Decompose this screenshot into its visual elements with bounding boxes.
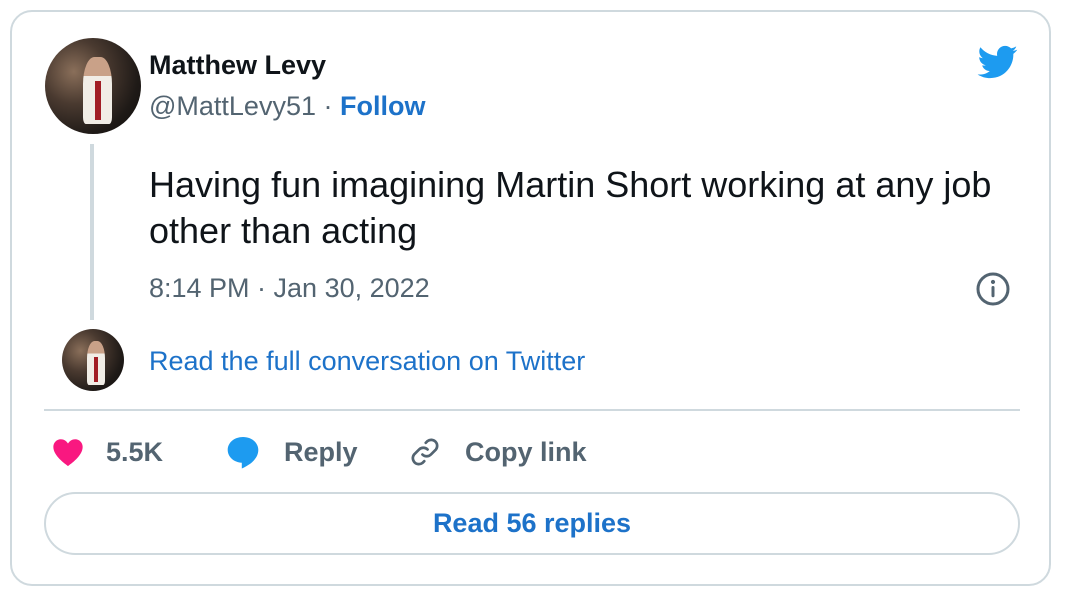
tweet-card: Matthew Levy @MattLevy51 · Follow Having…: [10, 10, 1051, 586]
author-handle-row: @MattLevy51 · Follow: [149, 89, 426, 123]
author-name[interactable]: Matthew Levy: [149, 48, 326, 82]
copy-link-button[interactable]: Copy link: [407, 432, 587, 472]
handle-separator: ·: [323, 91, 333, 121]
tweet-timestamp[interactable]: 8:14 PM · Jan 30, 2022: [149, 271, 430, 305]
read-conversation-link[interactable]: Read the full conversation on Twitter: [149, 344, 585, 378]
follow-button[interactable]: Follow: [340, 91, 425, 121]
like-count: 5.5K: [106, 436, 164, 467]
divider: [44, 409, 1020, 411]
thread-line: [90, 144, 94, 320]
author-avatar[interactable]: [45, 38, 141, 134]
reply-button[interactable]: Reply: [224, 432, 358, 472]
heart-icon: [53, 439, 83, 467]
reply-label: Reply: [284, 436, 358, 467]
copy-link-label: Copy link: [465, 436, 587, 467]
like-button[interactable]: 5.5K: [52, 432, 163, 472]
twitter-bird-icon[interactable]: [972, 41, 1022, 83]
info-icon[interactable]: [975, 271, 1011, 307]
link-icon: [411, 438, 439, 466]
tweet-text: Having fun imagining Martin Short workin…: [149, 164, 992, 251]
reply-bubble-icon: [227, 437, 259, 469]
author-handle[interactable]: @MattLevy51: [149, 91, 316, 121]
read-replies-button[interactable]: Read 56 replies: [44, 492, 1020, 555]
conversation-avatar[interactable]: [62, 329, 124, 391]
